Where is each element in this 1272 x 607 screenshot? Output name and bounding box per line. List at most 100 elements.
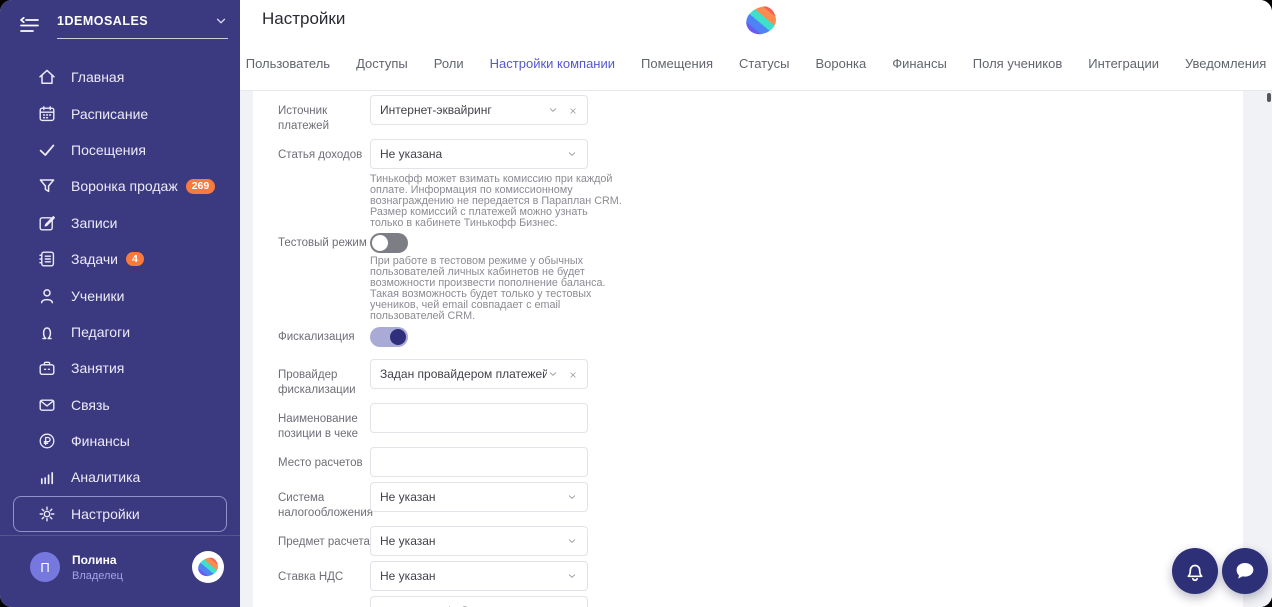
- tab-finances[interactable]: Финансы: [892, 56, 947, 71]
- edit-icon: [37, 213, 57, 233]
- form-row-settlement-place: Место расчетов: [278, 446, 1243, 477]
- user-info: Полина Владелец: [72, 553, 123, 582]
- chevron-down-icon[interactable]: [566, 535, 578, 547]
- sidebar-item-analytics[interactable]: Аналитика: [13, 459, 227, 495]
- badge-count: 269: [185, 179, 216, 194]
- sidebar-item-records[interactable]: Записи: [13, 205, 227, 241]
- form-row-fiscal-provider: Провайдер фискализации Задан провайдером …: [278, 358, 1243, 398]
- chat-bubble-icon: [1236, 562, 1254, 579]
- form-row-payment-source: Источник платежей Интернет-эквайринг: [278, 95, 1243, 134]
- field-label-settlement-place: Место расчетов: [278, 456, 363, 469]
- sidebar-item-label: Настройки: [71, 505, 140, 522]
- select-tax-system[interactable]: Не указан: [370, 481, 588, 512]
- settings-form-card: Источник платежей Интернет-эквайринг Стать…: [253, 91, 1243, 607]
- select-calculation-subject[interactable]: Не указан: [370, 525, 588, 556]
- chevron-down-icon[interactable]: [566, 570, 578, 582]
- field-label-payment-source: Источник платежей: [278, 105, 329, 132]
- sidebar-item-label: Задачи: [71, 251, 119, 268]
- sidebar-item-lessons[interactable]: Занятия: [13, 350, 227, 386]
- main-content: Настройки Пользователь Доступы Роли Настрой…: [240, 0, 1272, 607]
- scrollbar-thumb[interactable]: [1267, 93, 1271, 102]
- briefcase-icon: [37, 358, 57, 378]
- teacher-icon: [37, 322, 57, 342]
- tab-rooms[interactable]: Помещения: [641, 56, 713, 71]
- sidebar-nav: Главная Расписание Посещения Воронка продаж…: [0, 59, 240, 533]
- tasks-icon: [37, 249, 57, 269]
- input-receipt-position-name[interactable]: [370, 402, 588, 433]
- sidebar-item-communication[interactable]: Связь: [13, 387, 227, 423]
- field-label-vat-rate: Ставка НДС: [278, 570, 344, 583]
- sidebar-item-students[interactable]: Ученики: [13, 277, 227, 313]
- chat-button[interactable]: [1222, 548, 1268, 594]
- chevron-down-icon[interactable]: [547, 368, 559, 380]
- select-vat-rate[interactable]: Не указан: [370, 560, 588, 591]
- clear-icon[interactable]: [568, 369, 578, 379]
- ruble-icon: [37, 431, 57, 451]
- select-payment-source[interactable]: Интернет-эквайринг: [370, 95, 588, 125]
- sidebar-item-label: Связь: [71, 396, 110, 413]
- sidebar-item-sales-funnel[interactable]: Воронка продаж 269: [13, 168, 227, 204]
- chart-icon: [37, 467, 57, 487]
- chevron-down-icon[interactable]: [566, 491, 578, 503]
- tab-funnel[interactable]: Воронка: [815, 56, 866, 71]
- sidebar: 1DEMOSALES Главная Расписание Посещения Вор…: [0, 0, 240, 607]
- paraplan-logo-icon: [196, 556, 220, 578]
- field-label-fiscal-provider: Провайдер фискализации: [278, 368, 356, 396]
- sidebar-item-label: Посещения: [71, 141, 146, 158]
- save-button[interactable]: Сохранить: [370, 595, 588, 607]
- form-row-vat-rate: Ставка НДС Не указан: [278, 560, 1243, 591]
- settings-tabs: Пользователь Доступы Роли Настройки компани…: [240, 56, 1272, 71]
- menu-icon[interactable]: [18, 16, 40, 34]
- field-label-tax-system: Система налогообложения: [278, 491, 373, 519]
- sidebar-item-label: Ученики: [71, 287, 125, 304]
- sidebar-item-settings[interactable]: Настройки: [13, 495, 227, 533]
- payments-settings-form: Источник платежей Интернет-эквайринг Стать…: [253, 91, 1243, 607]
- tab-roles[interactable]: Роли: [434, 56, 464, 71]
- field-value-payment-source: Интернет-эквайринг: [380, 103, 492, 117]
- paraplan-logo: [192, 551, 224, 583]
- sidebar-item-finances[interactable]: Финансы: [13, 423, 227, 459]
- tab-student-fields[interactable]: Поля учеников: [973, 56, 1062, 71]
- toggle-test-mode[interactable]: [370, 232, 408, 253]
- save-button-label: Сохранить: [460, 604, 520, 607]
- paraplan-logo-icon: [744, 5, 778, 36]
- sidebar-header: 1DEMOSALES: [0, 0, 240, 43]
- form-row-fiscalization: Фискализация: [278, 326, 1243, 347]
- app-window: 1DEMOSALES Главная Расписание Посещения Вор…: [0, 0, 1272, 607]
- form-row-receipt-position-name: Наименование позиции в чеке: [278, 402, 1243, 442]
- field-label-income-item: Статья доходов: [278, 148, 363, 161]
- sidebar-item-schedule[interactable]: Расписание: [13, 95, 227, 131]
- tab-company-settings[interactable]: Настройки компании: [490, 56, 615, 71]
- check-icon: [438, 604, 452, 607]
- company-selector[interactable]: 1DEMOSALES: [57, 14, 228, 39]
- sidebar-item-teachers[interactable]: Педагоги: [13, 314, 227, 350]
- tab-integrations[interactable]: Интеграции: [1088, 56, 1159, 71]
- field-value-income-item: Не указана: [380, 146, 443, 161]
- form-row-income-item: Статья доходов Не указана: [278, 138, 1243, 169]
- sidebar-item-home[interactable]: Главная: [13, 59, 227, 95]
- sidebar-item-label: Аналитика: [71, 469, 141, 486]
- select-fiscal-provider[interactable]: Задан провайдером платежей: [370, 358, 588, 389]
- input-settlement-place[interactable]: [370, 446, 588, 477]
- chevron-down-icon[interactable]: [547, 104, 559, 116]
- avatar[interactable]: П: [30, 552, 60, 582]
- clear-icon[interactable]: [568, 105, 578, 115]
- form-row-test-mode: Тестовый режим: [278, 232, 1243, 253]
- chevron-down-icon[interactable]: [566, 148, 578, 160]
- tab-statuses[interactable]: Статусы: [739, 56, 789, 71]
- notifications-button[interactable]: [1172, 548, 1218, 594]
- check-icon: [37, 140, 57, 160]
- field-value-calculation-subject: Не указан: [380, 533, 436, 548]
- tab-access[interactable]: Доступы: [356, 56, 408, 71]
- sidebar-item-visits[interactable]: Посещения: [13, 132, 227, 168]
- tab-notifications[interactable]: Уведомления: [1185, 56, 1266, 71]
- field-label-test-mode: Тестовый режим: [278, 236, 367, 249]
- sidebar-item-label: Занятия: [71, 360, 125, 377]
- scroll-region: Источник платежей Интернет-эквайринг Стать…: [240, 90, 1272, 607]
- sidebar-item-tasks[interactable]: Задачи 4: [13, 241, 227, 277]
- bell-icon: [1187, 564, 1203, 581]
- toggle-fiscalization[interactable]: [370, 326, 408, 347]
- select-income-item[interactable]: Не указана: [370, 138, 588, 169]
- tab-user[interactable]: Пользователь: [246, 56, 330, 71]
- user-name: Полина: [72, 552, 117, 567]
